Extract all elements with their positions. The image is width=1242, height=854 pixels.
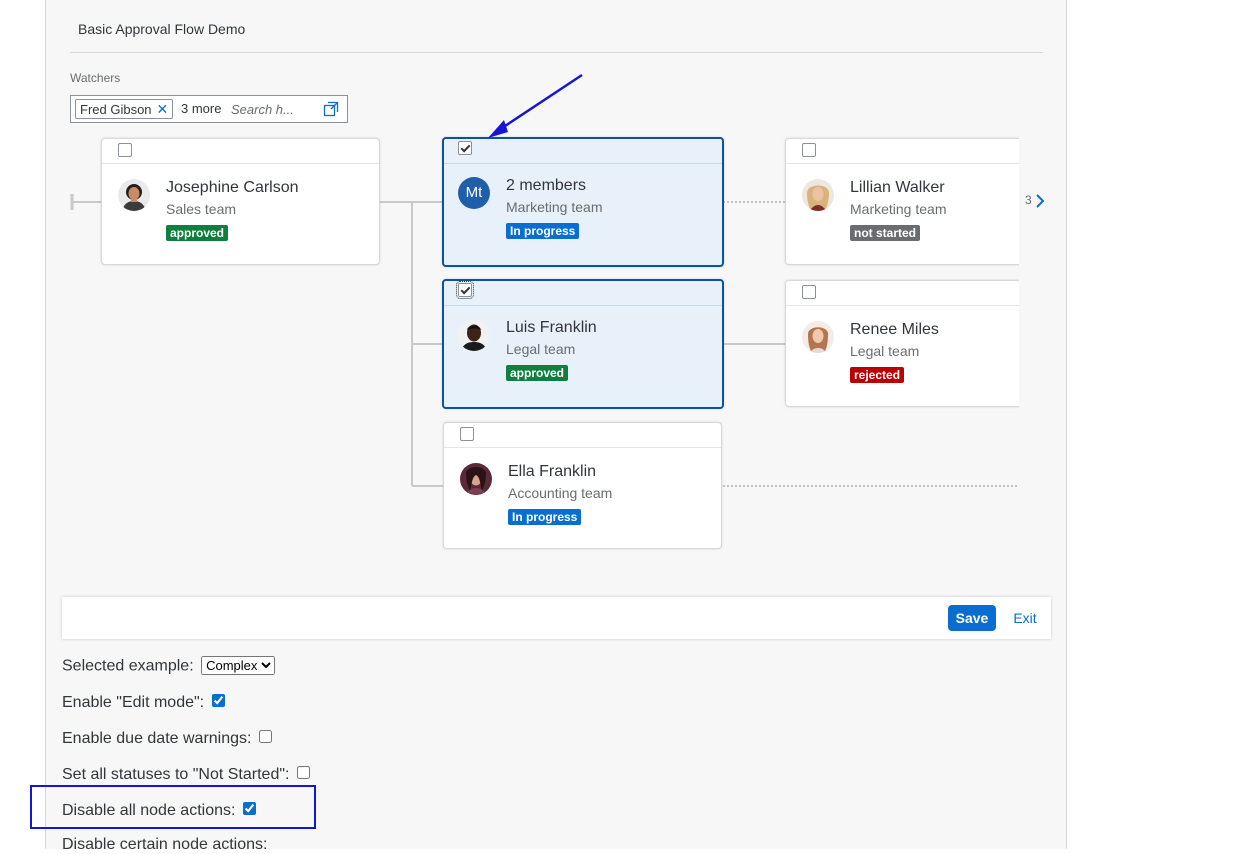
approval-node-luis-franklin[interactable]: Luis Franklin Legal team approved [442, 279, 724, 409]
node-header [786, 139, 1019, 164]
node-checkbox[interactable] [456, 281, 474, 299]
node-name: Renee Miles [850, 321, 939, 338]
footer-toolbar: Save Exit [62, 597, 1051, 639]
option-selected-example: Selected example: Complex [62, 656, 276, 676]
node-name: Josephine Carlson [166, 179, 299, 196]
watcher-token[interactable]: Fred Gibson ✕ [75, 99, 174, 119]
chevron-right-icon[interactable] [1035, 193, 1045, 214]
pager-count: 3 [1025, 193, 1032, 207]
watchers-search-input[interactable] [231, 100, 311, 118]
node-team: Accounting team [508, 485, 613, 501]
status-badge: not started [850, 225, 921, 241]
status-badge: approved [506, 365, 569, 381]
edit-mode-checkbox[interactable] [212, 694, 226, 708]
option-label: Selected example: [62, 657, 194, 675]
node-name: Ella Franklin [508, 463, 597, 480]
more-watchers-link[interactable]: 3 more [181, 101, 221, 116]
annotation-arrow [488, 73, 583, 138]
demo-title: Basic Approval Flow Demo [78, 21, 246, 37]
not-started-checkbox[interactable] [297, 766, 311, 780]
status-badge: In progress [508, 509, 582, 525]
example-select[interactable]: Complex [201, 656, 276, 675]
node-name: Lillian Walker [850, 179, 945, 196]
node-team: Sales team [166, 201, 237, 217]
avatar: Mt [458, 177, 490, 209]
option-label: Disable certain node actions: [62, 836, 268, 853]
node-header [102, 139, 379, 164]
node-header [444, 139, 722, 164]
option-label: Set all statuses to "Not Started": [62, 766, 290, 783]
approval-node-josephine-carlson[interactable]: Josephine Carlson Sales team approved [101, 138, 380, 265]
option-not-started: Set all statuses to "Not Started": [62, 766, 311, 784]
approval-node-ella-franklin[interactable]: Ella Franklin Accounting team In progres… [443, 422, 722, 549]
node-name: Luis Franklin [506, 319, 597, 336]
option-label: Enable "Edit mode": [62, 694, 205, 711]
node-checkbox[interactable] [118, 143, 132, 157]
avatar [118, 179, 150, 211]
exit-button[interactable]: Exit [1008, 605, 1042, 631]
node-team: Legal team [506, 341, 576, 357]
approval-flow-graph: Josephine Carlson Sales team approved Mt… [62, 130, 1019, 570]
avatar [460, 463, 492, 495]
title-divider [70, 52, 1043, 53]
watchers-label: Watchers [70, 71, 121, 85]
value-help-icon[interactable] [323, 101, 339, 122]
node-name: 2 members [506, 177, 587, 194]
option-disable-certain: Disable certain node actions: [62, 836, 267, 854]
due-date-checkbox[interactable] [259, 730, 273, 744]
avatar [802, 321, 834, 353]
node-header [444, 423, 721, 448]
status-badge: In progress [506, 223, 580, 239]
approval-node-marketing-members[interactable]: Mt 2 members Marketing team In progress [442, 137, 724, 267]
decline-icon[interactable]: ✕ [157, 101, 169, 117]
node-team: Legal team [850, 343, 920, 359]
watchers-multiinput[interactable]: Fred Gibson ✕ 3 more [70, 95, 348, 123]
node-header [786, 281, 1019, 306]
watcher-token-text: Fred Gibson [80, 102, 152, 117]
approval-node-lillian-walker[interactable]: Lillian Walker Marketing team not starte… [785, 138, 1019, 265]
node-checkbox[interactable] [460, 427, 474, 441]
option-edit-mode: Enable "Edit mode": [62, 694, 226, 712]
approval-node-renee-miles[interactable]: Renee Miles Legal team rejected [785, 280, 1019, 407]
avatar [802, 179, 834, 211]
node-checkbox[interactable] [802, 285, 816, 299]
node-header [444, 281, 722, 306]
annotation-highlight-box [30, 785, 316, 829]
option-due-date-warnings: Enable due date warnings: [62, 730, 273, 748]
node-team: Marketing team [506, 199, 603, 215]
node-checkbox[interactable] [458, 141, 472, 155]
status-badge: rejected [850, 367, 905, 383]
save-button[interactable]: Save [948, 605, 996, 631]
avatar [458, 319, 490, 351]
node-team: Marketing team [850, 201, 947, 217]
status-badge: approved [166, 225, 229, 241]
node-checkbox[interactable] [802, 143, 816, 157]
option-label: Enable due date warnings: [62, 730, 252, 747]
